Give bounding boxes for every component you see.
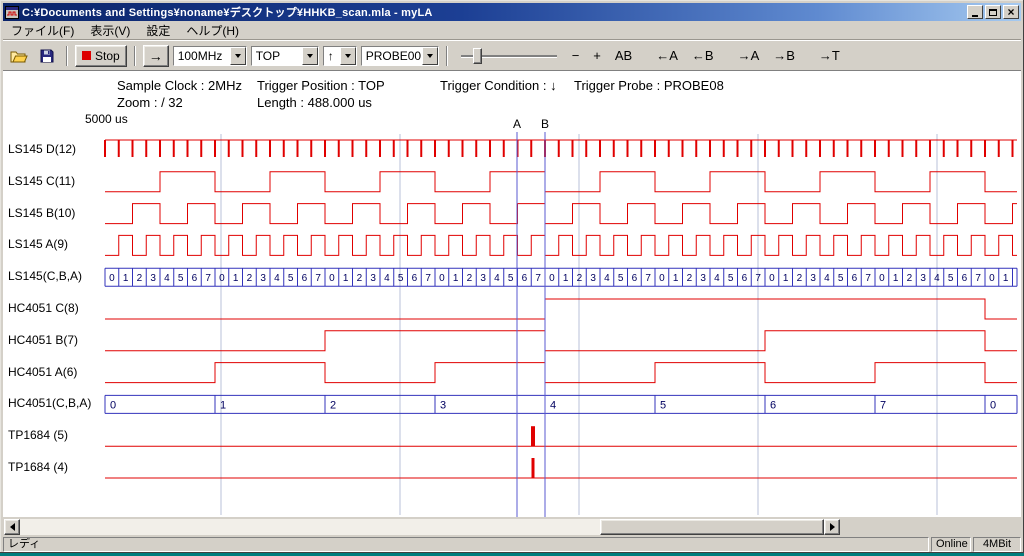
- window-title: C:¥Documents and Settings¥noname¥デスクトップ¥…: [22, 4, 964, 20]
- stop-button[interactable]: Stop: [75, 45, 127, 67]
- cursor-a-label[interactable]: A: [513, 117, 521, 131]
- move-cursor-b-left-button[interactable]: ←B: [687, 45, 719, 67]
- minimize-icon: [972, 15, 978, 17]
- menu-settings[interactable]: 設定: [138, 21, 178, 40]
- floppy-disk-icon: [40, 49, 54, 63]
- sample-clock-info: Sample Clock : 2MHz: [117, 78, 242, 93]
- zoom-in-button[interactable]: +: [588, 45, 606, 67]
- scrollbar-thumb[interactable]: [600, 519, 824, 535]
- scroll-right-button[interactable]: [824, 519, 840, 535]
- app-icon: [5, 6, 19, 19]
- trigger-probe-dropdown-button[interactable]: [422, 47, 438, 65]
- maximize-button[interactable]: [985, 5, 1001, 19]
- move-cursor-a-left-button[interactable]: ←A: [651, 45, 683, 67]
- open-folder-icon: [10, 49, 28, 63]
- run-button[interactable]: →: [143, 45, 169, 67]
- sample-clock-select[interactable]: 100MHz: [173, 46, 247, 66]
- chevron-down-icon: [235, 54, 241, 58]
- status-message: レディ: [3, 537, 929, 552]
- time-division-label: 5000 us: [85, 112, 128, 126]
- save-button[interactable]: [35, 45, 59, 67]
- trigger-position-info: Trigger Position : TOP: [257, 78, 385, 93]
- goto-trigger-button[interactable]: →T: [814, 45, 845, 67]
- chevron-down-icon: [307, 54, 313, 58]
- menu-file[interactable]: ファイル(F): [3, 21, 82, 40]
- waveform-panel: [3, 70, 1021, 517]
- scroll-left-button[interactable]: [4, 519, 20, 535]
- length-info: Length : 488.000 us: [257, 95, 372, 110]
- trigger-probe-value: PROBE00: [362, 49, 422, 63]
- scrollbar-strip: [3, 517, 1021, 536]
- horizontal-scrollbar[interactable]: [4, 519, 840, 535]
- triangle-right-icon: [830, 523, 835, 531]
- sample-clock-dropdown-button[interactable]: [230, 47, 246, 65]
- scrollbar-track[interactable]: [20, 519, 824, 535]
- trigger-probe-select[interactable]: PROBE00: [361, 46, 439, 66]
- trigger-edge-dropdown-button[interactable]: [340, 47, 356, 65]
- move-cursor-b-right-button[interactable]: →B: [768, 45, 800, 67]
- trigger-edge-select[interactable]: ↑: [323, 46, 357, 66]
- close-icon: ×: [1007, 6, 1014, 18]
- chevron-down-icon: [345, 54, 351, 58]
- minimize-button[interactable]: [967, 5, 983, 19]
- cursor-b-label[interactable]: B: [541, 117, 549, 131]
- slider-thumb[interactable]: [473, 48, 482, 64]
- stop-label: Stop: [95, 49, 120, 63]
- stop-icon: [82, 51, 91, 60]
- zoom-out-button[interactable]: −: [567, 45, 585, 67]
- trigger-probe-info: Trigger Probe : PROBE08: [574, 78, 724, 93]
- close-button[interactable]: ×: [1003, 5, 1019, 19]
- maximize-icon: [989, 9, 997, 16]
- toolbar-separator: [66, 46, 68, 66]
- menu-view[interactable]: 表示(V): [82, 21, 138, 40]
- toolbar-separator: [446, 46, 448, 66]
- chevron-down-icon: [427, 54, 433, 58]
- toolbar: Stop → 100MHz TOP ↑ PROBE00 − + AB ←A ←B: [3, 40, 1021, 70]
- ab-range-button[interactable]: AB: [610, 45, 637, 67]
- menu-help[interactable]: ヘルプ(H): [178, 21, 247, 40]
- trigger-position-select[interactable]: TOP: [251, 46, 319, 66]
- trigger-position-value: TOP: [252, 49, 302, 63]
- toolbar-separator: [134, 46, 136, 66]
- status-bar: レディ Online 4MBit: [3, 537, 1021, 552]
- sample-clock-value: 100MHz: [174, 49, 230, 63]
- trigger-edge-value: ↑: [324, 49, 340, 63]
- zoom-info: Zoom : / 32: [117, 95, 183, 110]
- title-bar[interactable]: C:¥Documents and Settings¥noname¥デスクトップ¥…: [3, 3, 1021, 21]
- app-window: C:¥Documents and Settings¥noname¥デスクトップ¥…: [0, 0, 1024, 553]
- trigger-position-dropdown-button[interactable]: [302, 47, 318, 65]
- menu-bar: ファイル(F) 表示(V) 設定 ヘルプ(H): [3, 22, 1021, 40]
- status-memory: 4MBit: [973, 537, 1021, 552]
- trigger-condition-info: Trigger Condition : ↓: [440, 78, 557, 93]
- open-file-button[interactable]: [7, 45, 31, 67]
- move-cursor-a-right-button[interactable]: →A: [733, 45, 765, 67]
- zoom-slider[interactable]: [459, 45, 559, 67]
- status-online: Online: [931, 537, 971, 552]
- window-controls: ×: [967, 5, 1019, 19]
- triangle-left-icon: [10, 523, 15, 531]
